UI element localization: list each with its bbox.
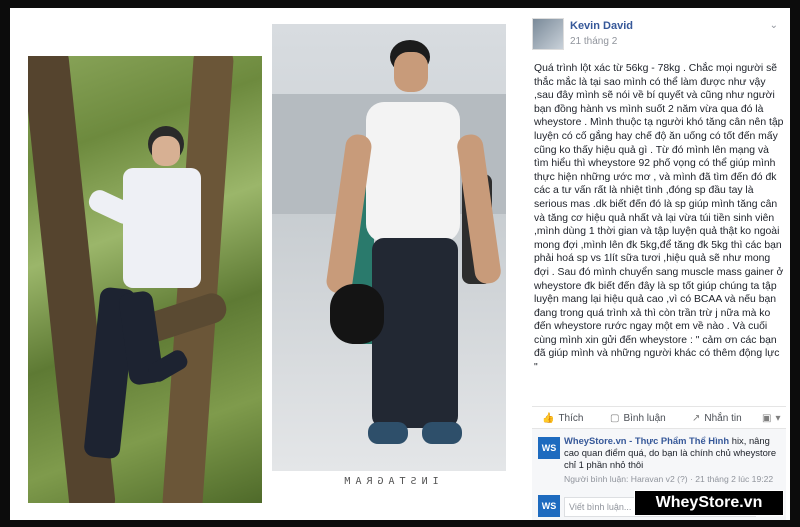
share-label: Nhắn tin [704, 413, 742, 424]
comment-meta: Người bình luận: Haravan v2 (?) · 21 thá… [564, 474, 774, 484]
reply-avatar: WS [538, 495, 560, 517]
like-button[interactable]: 👍 Thích [542, 413, 583, 424]
person-face [152, 136, 180, 166]
post-text: Quá trình lột xác từ 56kg - 78kg . Chắc … [534, 63, 784, 374]
post-frame: INSTAGRAM Kevin David 21 tháng 2 ⌄ Quá t… [10, 8, 790, 520]
person-face [394, 52, 428, 92]
watermark-logo: WheyStore.vn [634, 490, 784, 516]
post-date[interactable]: 21 tháng 2 [570, 36, 617, 47]
comment-icon: ▢ [610, 413, 620, 424]
page-avatar-selector[interactable]: ▣ ▾ [762, 413, 780, 424]
photo-area: INSTAGRAM [10, 8, 520, 520]
share-icon: ↗ [692, 413, 701, 424]
chevron-down-icon[interactable]: ⌄ [770, 20, 778, 31]
commenter-avatar[interactable]: WS [538, 437, 560, 459]
instagram-caption: INSTAGRAM [339, 476, 439, 487]
person-tshirt [366, 102, 460, 242]
shoe [422, 422, 462, 444]
photo-left[interactable] [28, 56, 262, 503]
chevron-down-icon: ▾ [775, 413, 781, 424]
like-label: Thích [558, 413, 584, 424]
person-shirt [123, 168, 201, 288]
comment-button[interactable]: ▢ Bình luận [610, 413, 666, 424]
gym-bag [330, 284, 384, 344]
photo-right[interactable] [272, 24, 506, 471]
wheystore-logo-icon: ▣ [762, 413, 772, 424]
thumbs-up-icon: 👍 [542, 413, 555, 424]
author-avatar[interactable] [532, 18, 564, 50]
person-pants [372, 238, 458, 428]
share-button[interactable]: ↗ Nhắn tin [692, 413, 742, 424]
author-name[interactable]: Kevin David [570, 20, 633, 32]
comment-body: WheyStore.vn - Thực Phẩm Thể Hình hix, n… [564, 435, 782, 485]
post-header: Kevin David 21 tháng 2 ⌄ [532, 18, 782, 52]
comment-label: Bình luận [623, 413, 666, 424]
shoe [368, 422, 408, 444]
post-panel: Kevin David 21 tháng 2 ⌄ Quá trình lột x… [522, 8, 790, 520]
commenter-name[interactable]: WheyStore.vn - Thực Phẩm Thể Hình [564, 435, 729, 446]
